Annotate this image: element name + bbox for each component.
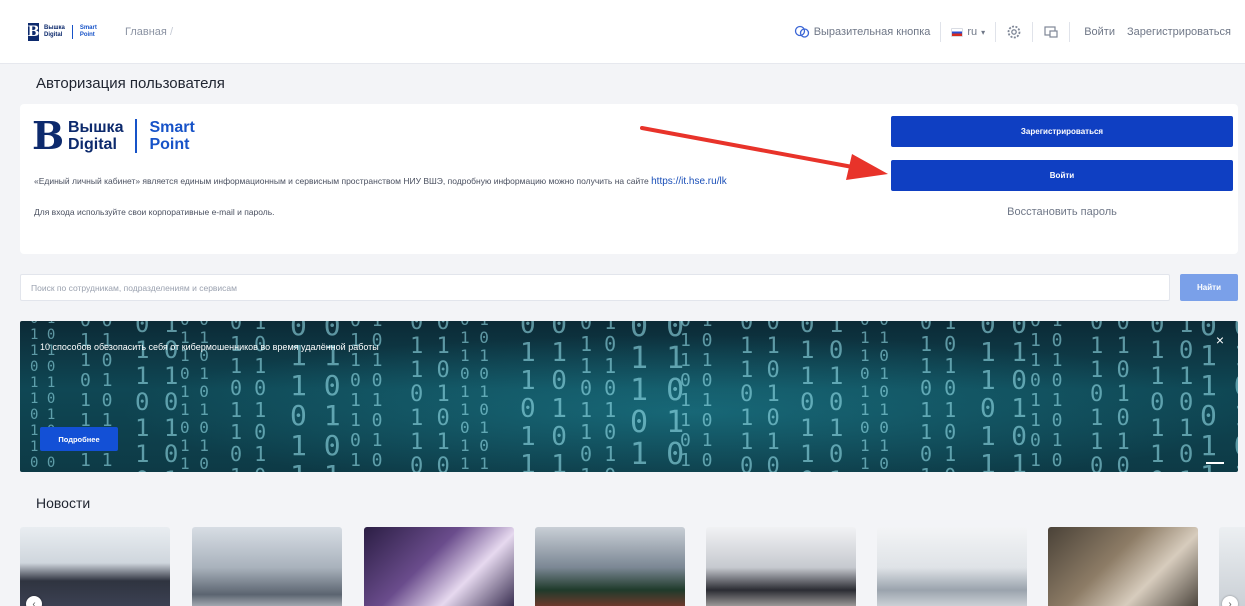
- logo-accent1: Smart: [79, 25, 97, 31]
- news-carousel: [20, 527, 1245, 606]
- auth-description-text: «Единый личный кабинет» является единым …: [34, 176, 652, 186]
- login-button[interactable]: Войти: [891, 160, 1233, 191]
- hse-logo-mark-icon: В: [27, 23, 40, 41]
- register-button[interactable]: Зарегистрироваться: [891, 116, 1233, 147]
- person-photo-card[interactable]: [20, 527, 170, 606]
- binary-stream: 0 0 1 1 1 0 0 1 1 0 1 1 0 0 1 1 1 0 0 1: [1090, 321, 1130, 472]
- binary-stream: 0 1 1 0 1 1 0 0 1 1 1 0 0 1 1 0 1 1 0 0: [580, 321, 617, 472]
- banner-more-button[interactable]: Подробнее: [40, 427, 118, 451]
- auth-card: В Вышка Digital Smart Point «Единый личн…: [20, 104, 1238, 254]
- logo-line1: Вышка: [44, 25, 65, 31]
- piano-room-photo-card[interactable]: [877, 527, 1027, 606]
- top-bar: В Вышка Digital Smart Point Главная / Вы…: [0, 0, 1245, 64]
- chevron-right-icon[interactable]: ›: [1222, 596, 1238, 606]
- news-title: Новости: [36, 495, 91, 511]
- breadcrumb: Главная /: [125, 26, 173, 38]
- binary-stream: 0 0 1 1 1 0 0 1 1 0 1 1 0 0 1 1 1 0 0 1: [860, 321, 889, 472]
- language-select[interactable]: ru ▾: [941, 26, 995, 38]
- binary-stream: 0 1 1 0 1 1 0 0 1 1 1 0 0 1 1 0 1 1 0 0: [680, 321, 713, 472]
- logo-accent2: Point: [79, 32, 95, 38]
- binary-stream: 0 0 1 1 1 0 0 1 1 0 1 1 0 0 1 1 1 0 0 1: [520, 321, 567, 472]
- auth-logo-line2: Digital: [68, 136, 117, 153]
- binary-stream: 0 0 1 1 1 0 0 1 1 0 1 1 0 0 1 1 1 0 0 1: [410, 321, 450, 472]
- auth-hint: Для входа используйте свои корпоративные…: [34, 207, 275, 217]
- breadcrumb-separator: /: [169, 26, 173, 38]
- settings-button[interactable]: [996, 24, 1032, 40]
- header-register-link[interactable]: Зарегистрироваться: [1123, 26, 1235, 38]
- binary-stream: 0 1 1 0 1 1 0 0 1 1 1 0 0 1 1 0 1 1 0 0: [1150, 321, 1194, 472]
- screen-reader-button[interactable]: [1033, 24, 1069, 40]
- binary-stream: 0 1 1 0 1 1 0 0 1 1 1 0 0 1 1 0 1 1 0 0: [920, 321, 957, 472]
- binary-stream: 0 0 1 1 1 0 0 1 1 0 1 1 0 0 1 1 1 0 0 1: [980, 321, 1027, 472]
- auth-links: Войти Зарегистрироваться: [1070, 26, 1245, 38]
- breadcrumb-home[interactable]: Главная: [125, 26, 167, 38]
- monitor-icon: [1044, 26, 1058, 38]
- event-phone-photo-card[interactable]: [364, 527, 514, 606]
- banner-text: 10 способов обезопасить себя от кибермош…: [40, 342, 379, 352]
- accessibility-button[interactable]: Выразительная кнопка: [784, 24, 941, 40]
- logo-divider: [135, 119, 138, 153]
- auth-logo: В Вышка Digital Smart Point: [31, 113, 195, 158]
- teamwork-photo-card[interactable]: [1048, 527, 1198, 606]
- binary-stream: 0 0 1 1 1 0 0 1 1 0 1 1 0 0 1 1 1 0 0 1: [740, 321, 780, 472]
- auth-description: «Единый личный кабинет» является единым …: [34, 176, 874, 187]
- auth-logo-line1: Вышка: [68, 119, 124, 136]
- close-icon[interactable]: ×: [1216, 333, 1224, 347]
- page-title: Авторизация пользователя: [36, 75, 225, 92]
- holiday-tree-photo-card[interactable]: [535, 527, 685, 606]
- top-right-controls: Выразительная кнопка ru ▾ Войти Зарегист…: [784, 0, 1245, 64]
- search-input[interactable]: [20, 274, 1170, 301]
- russia-flag-icon: [951, 27, 964, 37]
- binary-stream: 0 0 1 1 1 0 0 1 1 0 1 1 0 0 1 1 1 0 0 1: [630, 321, 685, 472]
- chevron-down-icon: ▾: [981, 27, 986, 37]
- auth-logo-accent2: Point: [149, 136, 190, 153]
- promo-banner: 0 1 1 0 1 1 0 0 1 1 1 0 0 1 1 0 1 1 0 0 …: [20, 321, 1238, 472]
- auth-logo-accent1: Smart: [149, 119, 195, 136]
- binary-stream: 0 1 1 0 1 1 0 0 1 1 1 0 0 1 1 0 1 1 0 0: [800, 321, 844, 472]
- winter-building-photo-card[interactable]: [192, 527, 342, 606]
- search-button[interactable]: Найти: [1180, 274, 1238, 301]
- binary-stream: 0 1 1 0 1 1 0 0 1 1 1 0 0 1 1 0 1 1 0 0: [460, 321, 489, 472]
- accessibility-label: Выразительная кнопка: [813, 26, 931, 38]
- restore-password-link[interactable]: Восстановить пароль: [891, 206, 1233, 218]
- logo-divider: [71, 25, 73, 39]
- binary-stream: 0 1 1 0 1 1 0 0 1 1 1 0 0 1 1 0 1 1 0 0: [1030, 321, 1063, 472]
- header-logo[interactable]: В Вышка Digital Smart Point: [28, 23, 97, 41]
- hse-logo-mark-icon: В: [31, 113, 65, 158]
- chevron-left-icon[interactable]: ‹: [26, 596, 42, 606]
- auth-description-link[interactable]: https://it.hse.ru/lk: [651, 176, 727, 187]
- header-login-link[interactable]: Войти: [1080, 26, 1119, 38]
- logo-line2: Digital: [44, 32, 63, 38]
- carousel-indicator[interactable]: [1206, 462, 1224, 464]
- graduation-photo-card[interactable]: [706, 527, 856, 606]
- speech-bubble-icon: [794, 25, 809, 38]
- gear-icon: [1007, 25, 1021, 39]
- language-value: ru: [967, 26, 978, 38]
- news-card-partial[interactable]: [1219, 527, 1245, 606]
